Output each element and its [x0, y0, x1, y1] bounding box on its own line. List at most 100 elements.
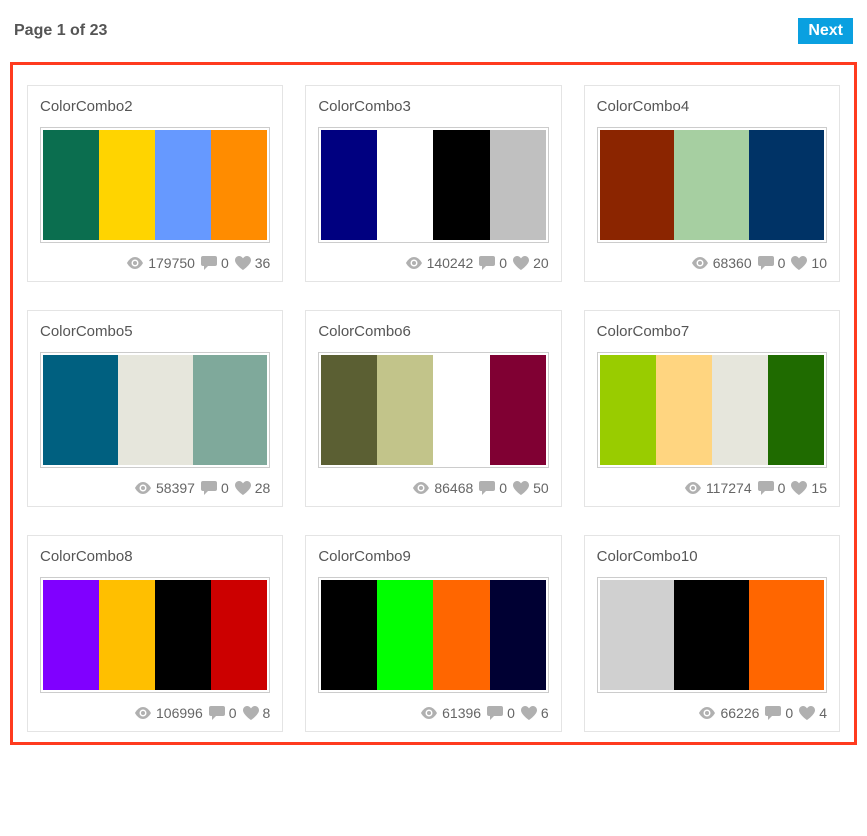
color-swatch[interactable]: [118, 355, 193, 465]
combo-card[interactable]: ColorCombo7117274015: [584, 310, 840, 507]
likes-stat: 15: [791, 480, 827, 496]
color-swatch[interactable]: [600, 355, 656, 465]
color-swatch[interactable]: [155, 130, 211, 240]
combo-title[interactable]: ColorCombo7: [597, 323, 827, 340]
swatch-row[interactable]: [318, 577, 548, 693]
color-swatch[interactable]: [490, 580, 546, 690]
color-swatch[interactable]: [433, 580, 489, 690]
color-swatch[interactable]: [712, 355, 768, 465]
views-count: 68360: [713, 255, 752, 271]
combo-title[interactable]: ColorCombo2: [40, 98, 270, 115]
combo-title[interactable]: ColorCombo10: [597, 548, 827, 565]
comments-count: 0: [785, 705, 793, 721]
color-swatch[interactable]: [43, 130, 99, 240]
color-swatch[interactable]: [768, 355, 824, 465]
swatch-row[interactable]: [40, 352, 270, 468]
color-swatch[interactable]: [433, 130, 489, 240]
comment-icon: [765, 706, 781, 720]
combo-card[interactable]: ColorCombo6 86468 0 50: [305, 310, 561, 507]
comment-icon: [479, 256, 495, 270]
eye-icon: [698, 707, 716, 719]
combo-card[interactable]: ColorCombo10 6622604: [584, 535, 840, 732]
heart-icon: [791, 256, 807, 270]
color-swatch[interactable]: [211, 130, 267, 240]
color-swatch[interactable]: [674, 580, 749, 690]
comment-icon: [479, 481, 495, 495]
comments-stat: 0: [487, 705, 515, 721]
combo-stats: 10699608: [40, 705, 270, 721]
color-swatch[interactable]: [211, 580, 267, 690]
combo-grid: ColorCombo2179750036ColorCombo3140242020…: [27, 85, 840, 732]
eye-icon: [134, 482, 152, 494]
comment-icon: [487, 706, 503, 720]
color-swatch[interactable]: [490, 355, 546, 465]
combo-card[interactable]: ColorCombo2179750036: [27, 85, 283, 282]
views-stat: 140242: [405, 255, 474, 271]
swatch-row[interactable]: [597, 352, 827, 468]
combo-stats: 86468 0 50: [318, 480, 548, 496]
color-swatch[interactable]: [600, 580, 675, 690]
combo-title[interactable]: ColorCombo6: [318, 323, 548, 340]
color-swatch[interactable]: [43, 355, 118, 465]
combo-title[interactable]: ColorCombo9: [318, 548, 548, 565]
swatch-row[interactable]: [597, 127, 827, 243]
color-swatch[interactable]: [321, 355, 377, 465]
combo-card[interactable]: ColorCombo558397028: [27, 310, 283, 507]
color-swatch[interactable]: [321, 130, 377, 240]
combo-card[interactable]: ColorCombo96139606: [305, 535, 561, 732]
color-swatch[interactable]: [99, 130, 155, 240]
views-count: 106996: [156, 705, 203, 721]
comments-stat: 0: [479, 480, 507, 496]
views-count: 61396: [442, 705, 481, 721]
color-swatch[interactable]: [749, 580, 824, 690]
color-swatch[interactable]: [155, 580, 211, 690]
eye-icon: [412, 482, 430, 494]
combo-title[interactable]: ColorCombo3: [318, 98, 548, 115]
eye-icon: [405, 257, 423, 269]
color-swatch[interactable]: [377, 580, 433, 690]
swatch-row[interactable]: [597, 577, 827, 693]
color-swatch[interactable]: [656, 355, 712, 465]
combo-title[interactable]: ColorCombo5: [40, 323, 270, 340]
color-swatch[interactable]: [600, 130, 675, 240]
color-swatch[interactable]: [99, 580, 155, 690]
color-swatch[interactable]: [321, 580, 377, 690]
color-swatch[interactable]: [490, 130, 546, 240]
comments-stat: 0: [201, 480, 229, 496]
comments-count: 0: [499, 255, 507, 271]
combo-stats: 58397028: [40, 480, 270, 496]
color-swatch[interactable]: [377, 130, 433, 240]
eye-icon: [691, 257, 709, 269]
likes-count: 28: [255, 480, 271, 496]
comment-icon: [201, 481, 217, 495]
color-swatch[interactable]: [43, 580, 99, 690]
color-swatch[interactable]: [377, 355, 433, 465]
likes-stat: 50: [513, 480, 549, 496]
swatch-row[interactable]: [40, 127, 270, 243]
combo-card[interactable]: ColorCombo3140242020: [305, 85, 561, 282]
comment-icon: [758, 481, 774, 495]
combo-title[interactable]: ColorCombo8: [40, 548, 270, 565]
combo-stats: 6139606: [318, 705, 548, 721]
comments-stat: 0: [765, 705, 793, 721]
combo-title[interactable]: ColorCombo4: [597, 98, 827, 115]
likes-count: 36: [255, 255, 271, 271]
page-indicator: Page 1 of 23: [14, 22, 107, 40]
next-button[interactable]: Next: [798, 18, 853, 44]
combo-card[interactable]: ColorCombo8 10699608: [27, 535, 283, 732]
color-swatch[interactable]: [674, 130, 749, 240]
combo-card[interactable]: ColorCombo468360010: [584, 85, 840, 282]
color-swatch[interactable]: [749, 130, 824, 240]
color-swatch[interactable]: [433, 355, 489, 465]
likes-stat: 8: [243, 705, 271, 721]
combo-stats: 6622604: [597, 705, 827, 721]
comment-icon: [758, 256, 774, 270]
views-count: 140242: [427, 255, 474, 271]
swatch-row[interactable]: [318, 352, 548, 468]
color-swatch[interactable]: [193, 355, 268, 465]
heart-icon: [799, 706, 815, 720]
swatch-row[interactable]: [318, 127, 548, 243]
swatch-row[interactable]: [40, 577, 270, 693]
views-count: 86468: [434, 480, 473, 496]
eye-icon: [684, 482, 702, 494]
